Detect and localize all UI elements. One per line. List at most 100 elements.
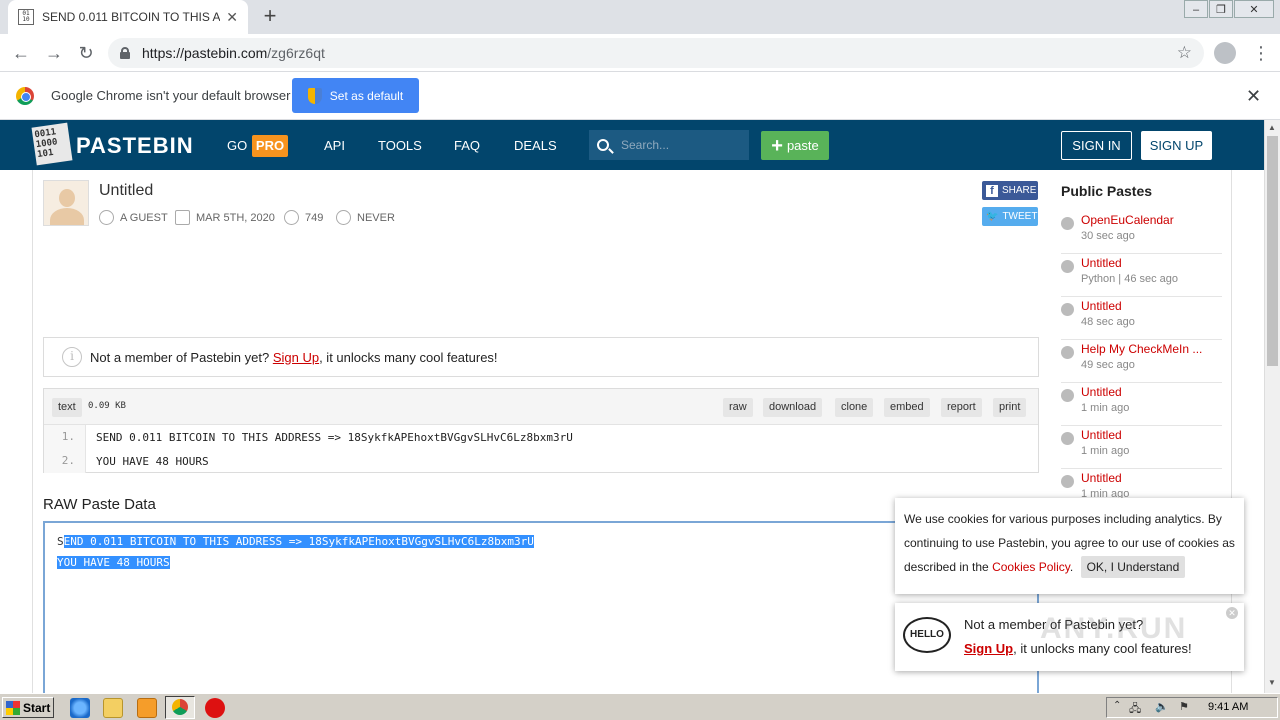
signup-notice: i Not a member of Pastebin yet? Sign Up,… (43, 337, 1039, 377)
chrome-logo-icon (16, 87, 34, 105)
folder-icon[interactable] (103, 698, 123, 718)
paste-date: MAR 5TH, 2020 (196, 211, 275, 224)
nav-faq[interactable]: FAQ (454, 138, 480, 153)
tweet-label: TWEET (1002, 211, 1038, 222)
public-paste-title[interactable]: Untitled (1081, 299, 1122, 313)
public-paste-item[interactable]: Untitled 1 min ago (1061, 426, 1222, 469)
public-paste-title[interactable]: Untitled (1081, 256, 1122, 270)
internet-explorer-icon[interactable] (70, 698, 90, 718)
address-bar[interactable]: https://pastebin.com/zg6rz6qt ☆ (108, 38, 1204, 68)
nav-deals[interactable]: DEALS (514, 138, 557, 153)
stop-sign-icon[interactable] (205, 698, 225, 718)
public-paste-item[interactable]: Untitled 1 min ago (1061, 383, 1222, 426)
tray-expand-icon[interactable]: ⌃ (1113, 700, 1121, 711)
flag-icon[interactable]: ⚑ (1179, 700, 1189, 713)
hello-close-icon[interactable]: ✕ (1226, 607, 1238, 619)
chrome-taskbar-icon (172, 699, 188, 715)
print-button[interactable]: print (993, 398, 1027, 417)
raw-paste-textarea[interactable]: SEND 0.011 BITCOIN TO THIS ADDRESS => 18… (43, 521, 1039, 696)
start-button[interactable]: Start (2, 697, 54, 718)
twitter-tweet-button[interactable]: 🐦 TWEET (982, 207, 1038, 226)
hello-signup-link[interactable]: Sign Up (964, 641, 1013, 656)
nav-tools[interactable]: TOOLS (378, 138, 422, 153)
twitter-icon: 🐦 (986, 211, 999, 222)
public-paste-item[interactable]: Untitled Python | 46 sec ago (1061, 254, 1222, 297)
facebook-share-button[interactable]: f SHARE (982, 181, 1038, 200)
avatar-body (50, 208, 84, 225)
menu-dots-icon[interactable]: ⋮ (1252, 42, 1270, 64)
network-icon[interactable]: 🖧 (1129, 700, 1141, 719)
minimize-icon[interactable]: – (1184, 0, 1208, 18)
cookies-policy-link[interactable]: Cookies Policy (992, 560, 1070, 574)
window-close-icon[interactable]: ✕ (1234, 0, 1274, 18)
back-icon[interactable]: ← (10, 42, 32, 64)
scroll-down-icon[interactable]: ▼ (1268, 678, 1276, 687)
taskbar-clock[interactable]: 9:41 AM (1208, 701, 1248, 713)
browser-tab[interactable]: 0110 SEND 0.011 BITCOIN TO THIS ADDR ✕ (8, 0, 248, 34)
globe-icon (1061, 346, 1074, 359)
embed-button[interactable]: embed (884, 398, 930, 417)
meta-date: MAR 5TH, 2020 (175, 210, 275, 225)
public-paste-title[interactable]: Untitled (1081, 471, 1122, 485)
media-player-icon[interactable] (137, 698, 157, 718)
pastebin-logo-icon[interactable]: 0011 1000 101 (31, 122, 73, 166)
default-browser-infobar: Google Chrome isn't your default browser… (0, 72, 1280, 120)
nav-api[interactable]: API (324, 138, 345, 153)
public-paste-meta: 30 sec ago (1081, 230, 1135, 242)
notice-signup-link[interactable]: Sign Up (273, 350, 319, 365)
scroll-up-icon[interactable]: ▲ (1268, 123, 1276, 132)
system-tray: ⌃ 🖧 🔈 ⚑ (1106, 697, 1278, 718)
search-input[interactable] (621, 138, 731, 152)
windows-taskbar: Start ⌃ 🖧 🔈 ⚑ 9:41 AM (0, 693, 1280, 720)
raw-selected-text: YOU HAVE 48 HOURS (57, 556, 170, 569)
url-text: https://pastebin.com/zg6rz6qt (142, 45, 325, 61)
search-icon[interactable] (597, 139, 609, 151)
new-tab-button[interactable]: + (258, 4, 282, 28)
download-button[interactable]: download (763, 398, 823, 417)
pastebin-logo-text[interactable]: PASTEBIN (76, 133, 194, 159)
close-tab-icon[interactable]: ✕ (226, 9, 238, 26)
set-default-label: Set as default (329, 88, 404, 103)
cookie-ok-button[interactable]: OK, I Understand (1080, 556, 1186, 578)
eye-icon (284, 210, 299, 225)
chrome-taskbar-button[interactable] (165, 696, 195, 719)
public-paste-meta: 49 sec ago (1081, 359, 1135, 371)
lock-icon[interactable] (120, 47, 130, 59)
syntax-tag[interactable]: text (52, 398, 82, 417)
cookie-consent-popup: We use cookies for various purposes incl… (895, 498, 1244, 594)
volume-icon[interactable]: 🔈 (1155, 700, 1169, 713)
profile-avatar-icon[interactable] (1214, 42, 1236, 64)
infobar-message: Google Chrome isn't your default browser (51, 88, 291, 103)
new-paste-button[interactable]: + paste (761, 131, 829, 160)
bookmark-star-icon[interactable]: ☆ (1177, 43, 1192, 63)
start-label: Start (23, 700, 51, 715)
public-paste-title[interactable]: OpenEuCalendar (1081, 213, 1174, 227)
report-button[interactable]: report (941, 398, 982, 417)
clone-button[interactable]: clone (835, 398, 874, 417)
infobar-close-icon[interactable]: ✕ (1246, 86, 1261, 107)
forward-icon[interactable]: → (43, 42, 65, 64)
sign-up-button[interactable]: SIGN UP (1141, 131, 1212, 160)
public-paste-item[interactable]: Untitled 48 sec ago (1061, 297, 1222, 340)
public-paste-title[interactable]: Untitled (1081, 385, 1122, 399)
public-paste-title[interactable]: Help My CheckMeIn ... (1081, 342, 1202, 356)
public-paste-meta: 1 min ago (1081, 445, 1130, 457)
raw-button[interactable]: raw (723, 398, 753, 417)
windows-flag-icon (6, 700, 20, 715)
line-text: SEND 0.011 BITCOIN TO THIS ADDRESS => 18… (96, 430, 573, 444)
pastebin-favicon-icon: 01 10 (18, 9, 34, 25)
reload-icon[interactable]: ↻ (75, 42, 97, 64)
user-icon (99, 210, 114, 225)
public-paste-item[interactable]: Help My CheckMeIn ... 49 sec ago (1061, 340, 1222, 383)
scrollbar-thumb[interactable] (1267, 136, 1278, 366)
vertical-scrollbar[interactable]: ▲ ▼ (1264, 120, 1280, 693)
public-paste-meta: 48 sec ago (1081, 316, 1135, 328)
public-paste-item[interactable]: OpenEuCalendar 30 sec ago (1061, 211, 1222, 254)
restore-icon[interactable]: ❐ (1209, 0, 1233, 18)
set-default-button[interactable]: Set as default (292, 78, 419, 113)
expires-value: NEVER (357, 211, 395, 224)
public-paste-title[interactable]: Untitled (1081, 428, 1122, 442)
sign-in-button[interactable]: SIGN IN (1061, 131, 1132, 160)
pro-badge[interactable]: PRO (252, 135, 288, 157)
nav-go[interactable]: GO (227, 138, 247, 153)
